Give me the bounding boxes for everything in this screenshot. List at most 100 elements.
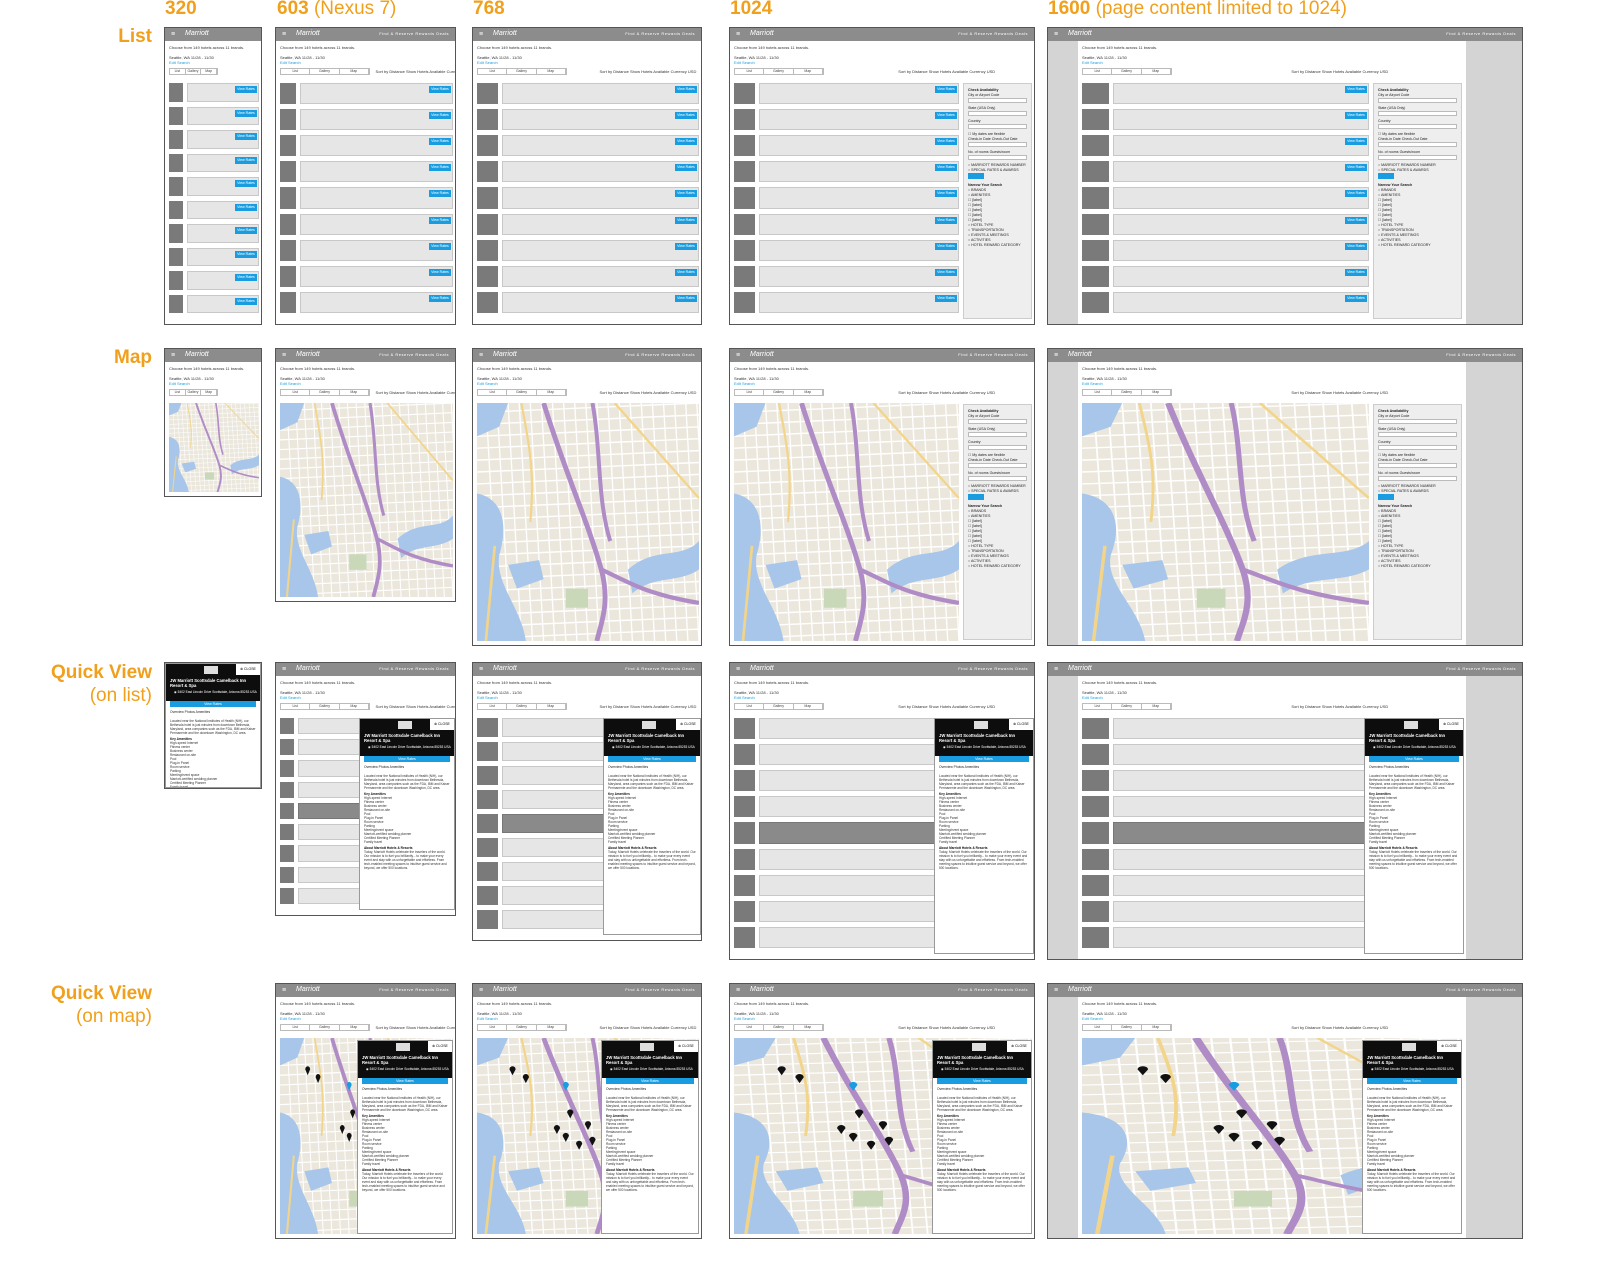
text-field[interactable] [1378, 111, 1457, 116]
quick-view-tabs[interactable]: Overview Photos Amenities [170, 710, 210, 714]
view-rates-button[interactable]: View Rates [235, 250, 257, 258]
hotel-list-row[interactable] [501, 187, 699, 209]
hamburger-icon[interactable]: ≡ [479, 987, 483, 994]
marriott-logo[interactable]: Marriott [493, 986, 517, 993]
marriott-logo[interactable]: Marriott [1068, 986, 1092, 993]
hotel-thumbnail[interactable] [169, 294, 183, 313]
hotel-list-row[interactable] [501, 135, 699, 157]
hotel-thumbnail[interactable] [734, 83, 755, 105]
hotel-thumbnail[interactable] [734, 926, 755, 948]
hotel-list-row[interactable] [1112, 926, 1369, 948]
nav-links[interactable]: Find & Reserve Rewards Deals [379, 666, 449, 671]
tab-gallery[interactable]: Gallery [310, 390, 340, 395]
nav-links[interactable]: Find & Reserve Rewards Deals [625, 987, 695, 992]
quick-view-tabs[interactable]: Overview Photos Amenities [608, 765, 648, 769]
hotel-list-row[interactable] [298, 866, 363, 883]
tab-list[interactable]: List [735, 390, 765, 395]
hotel-thumbnail[interactable] [734, 900, 755, 922]
hotel-list-row[interactable] [1112, 744, 1369, 766]
hotel-thumbnail[interactable] [477, 886, 498, 905]
hotel-list-row[interactable] [758, 848, 959, 870]
tab-map[interactable]: Map [1142, 1025, 1171, 1030]
tab-map[interactable]: Map [537, 704, 566, 709]
text-field[interactable] [968, 463, 1027, 468]
hotel-list-row[interactable] [501, 239, 699, 261]
tab-map[interactable]: Map [1142, 390, 1171, 395]
text-field[interactable] [968, 98, 1027, 103]
hotel-thumbnail[interactable] [169, 106, 183, 125]
hotel-thumbnail[interactable] [169, 247, 183, 266]
hotel-list-row[interactable] [1112, 848, 1369, 870]
hotel-thumbnail[interactable] [477, 814, 498, 833]
tab-gallery[interactable]: Gallery [1112, 69, 1142, 74]
tab-list[interactable]: List [1083, 1025, 1113, 1030]
view-rates-button[interactable]: View Rates [675, 112, 697, 120]
hotel-thumbnail[interactable] [169, 271, 183, 290]
quick-view-tabs[interactable]: Overview Photos Amenities [1367, 1087, 1407, 1091]
hamburger-icon[interactable]: ≡ [479, 666, 483, 673]
view-rates-button[interactable]: View Rates [935, 190, 957, 198]
hotel-list-row[interactable] [298, 739, 363, 756]
tab-list[interactable]: List [1083, 69, 1113, 74]
hotel-thumbnail[interactable] [1082, 187, 1109, 209]
hotel-list-row[interactable] [758, 770, 959, 792]
view-rates-button[interactable]: View Rates [1345, 164, 1367, 172]
view-rates-button[interactable]: View Rates [429, 268, 451, 276]
edit-search-link[interactable]: Edit Search [734, 381, 755, 386]
hotel-list-row[interactable] [1112, 822, 1369, 844]
tab-list[interactable]: List [478, 390, 508, 395]
hotel-list-row[interactable] [501, 83, 699, 105]
tab-list[interactable]: List [281, 390, 311, 395]
hotel-thumbnail[interactable] [280, 887, 294, 904]
view-rates-button[interactable]: View Rates [675, 242, 697, 250]
hotel-thumbnail[interactable] [280, 781, 294, 798]
tab-gallery[interactable]: Gallery [507, 1025, 537, 1030]
sort-controls[interactable]: Sort by Distance Show Hotels Available C… [600, 704, 697, 709]
sort-controls[interactable]: Sort by Distance Show Hotels Available C… [376, 69, 455, 74]
view-rates-button[interactable]: View Rates [675, 294, 697, 302]
sort-controls[interactable]: Sort by Distance Show Hotels Available C… [898, 390, 995, 395]
text-field[interactable] [1378, 432, 1457, 437]
view-rates-button[interactable]: View Rates [1345, 112, 1367, 120]
hamburger-icon[interactable]: ≡ [171, 31, 175, 38]
close-button[interactable]: ⊗ CLOSE [1007, 1041, 1031, 1052]
view-rates-button[interactable]: View Rates [935, 86, 957, 93]
edit-search-link[interactable]: Edit Search [734, 1016, 755, 1021]
view-tabs[interactable]: List Gallery Map [734, 1024, 824, 1031]
tab-list[interactable]: List [1083, 704, 1113, 709]
view-rates-button[interactable]: View Rates [935, 216, 957, 224]
hotel-thumbnail[interactable] [169, 177, 183, 196]
edit-search-link[interactable]: Edit Search [477, 1016, 498, 1021]
hotel-list-row[interactable] [1112, 135, 1369, 157]
tab-gallery[interactable]: Gallery [1112, 390, 1142, 395]
view-rates-button[interactable]: View Rates [1345, 216, 1367, 224]
view-rates-button[interactable]: View Rates [235, 227, 257, 234]
edit-search-link[interactable]: Edit Search [280, 1016, 301, 1021]
view-rates-button[interactable]: View Rates [429, 164, 451, 172]
nav-links[interactable]: Find & Reserve Rewards Deals [379, 987, 449, 992]
hotel-list-row[interactable] [758, 822, 959, 844]
view-rates-button[interactable]: View Rates [937, 1078, 1027, 1084]
sort-controls[interactable]: Sort by Distance Show Hotels Available C… [376, 1025, 455, 1030]
marriott-logo[interactable]: Marriott [750, 351, 774, 358]
marriott-logo[interactable]: Marriott [750, 30, 774, 37]
nav-links[interactable]: Find & Reserve Rewards Deals [1446, 31, 1516, 36]
hotel-thumbnail[interactable] [477, 109, 498, 131]
nav-links[interactable]: Find & Reserve Rewards Deals [958, 666, 1028, 671]
nav-links[interactable]: Find & Reserve Rewards Deals [625, 352, 695, 357]
view-rates-button[interactable]: View Rates [362, 1078, 448, 1084]
view-rates-button[interactable]: View Rates [235, 86, 257, 93]
hotel-thumbnail[interactable] [734, 109, 755, 131]
tab-map[interactable]: Map [537, 69, 566, 74]
view-rates-button[interactable]: View Rates [1345, 268, 1367, 276]
sort-controls[interactable]: Sort by Distance Show Hotels Available C… [1291, 390, 1388, 395]
hotel-thumbnail[interactable] [280, 109, 297, 131]
hotel-thumbnail[interactable] [280, 213, 297, 235]
text-field[interactable] [968, 142, 1027, 147]
quick-view-tabs[interactable]: Overview Photos Amenities [1369, 765, 1409, 769]
view-tabs[interactable]: List Gallery Map [477, 389, 567, 396]
marriott-logo[interactable]: Marriott [750, 986, 774, 993]
hotel-list-row[interactable] [758, 718, 959, 740]
hotel-thumbnail[interactable] [734, 239, 755, 261]
quick-view-tabs[interactable]: Overview Photos Amenities [937, 1087, 977, 1091]
